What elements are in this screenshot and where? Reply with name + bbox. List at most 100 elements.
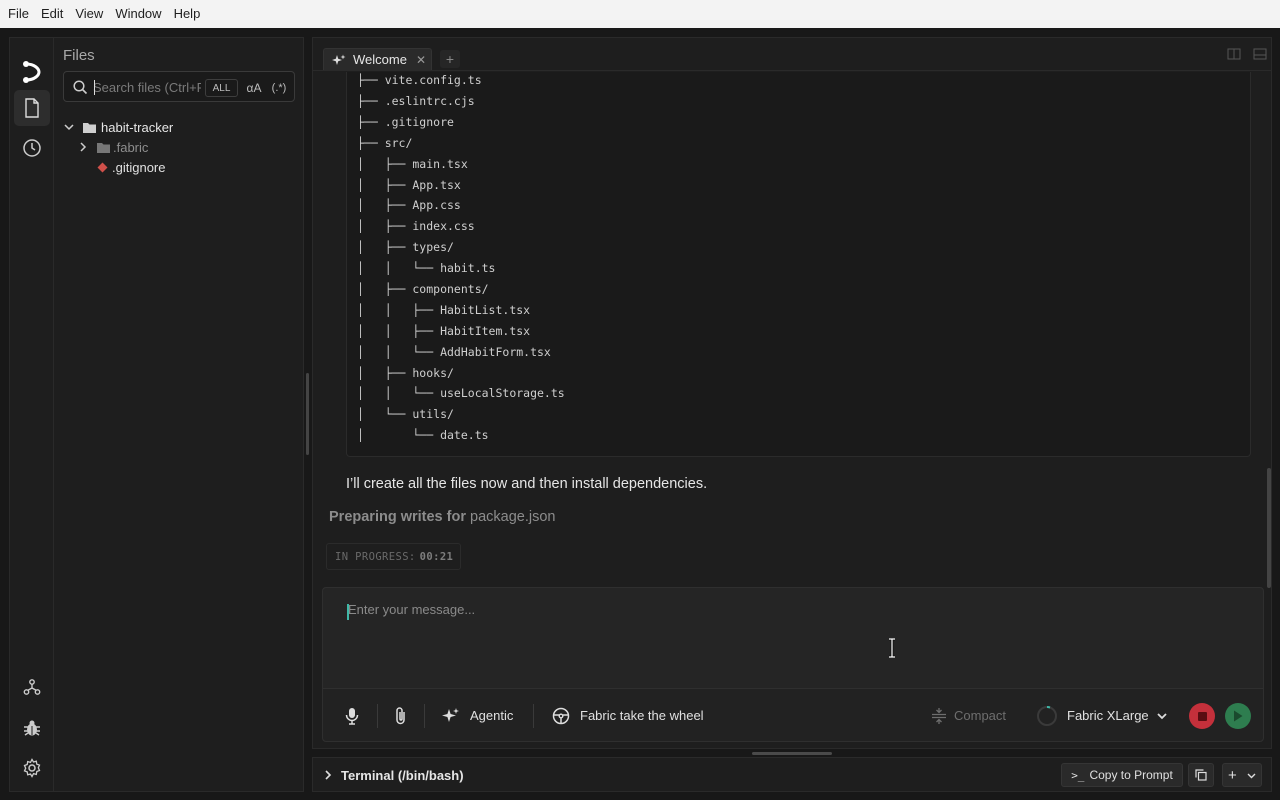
menu-edit[interactable]: Edit [35,0,69,28]
text-caret [94,80,95,95]
microphone-button[interactable] [345,689,359,742]
regex-toggle[interactable]: (.*) [268,79,290,97]
code-line: │ │ ├── HabitList.tsx [357,303,531,317]
agentic-label: Agentic [470,708,514,723]
chat-scrollbar[interactable] [1267,468,1271,588]
toggle-panel-icon[interactable] [1253,48,1267,60]
chevron-down-icon [64,124,74,131]
bug-icon[interactable] [14,710,50,746]
compact-button[interactable]: Compact [931,689,1006,742]
code-line: │ └── utils/ [357,407,454,421]
panel-resize-handle[interactable] [752,752,832,755]
tree-item-label: .fabric [113,139,149,155]
code-line: │ ├── hooks/ [357,366,454,380]
compact-icon [932,707,946,724]
toolbar-divider [424,704,425,728]
history-icon[interactable] [14,130,50,166]
copy-to-prompt-label: Copy to Prompt [1089,768,1173,782]
code-line: │ └── date.ts [357,428,489,442]
paperclip-icon [396,706,405,724]
tab-bar: Welcome ✕ + [313,38,1271,71]
model-selector[interactable]: Fabric XLarge [1036,689,1168,742]
sidebar-title: Files [63,47,95,64]
copy-button[interactable] [1188,763,1214,787]
graph-icon[interactable] [14,669,50,705]
progress-badge: IN PROGRESS: 00:21 [326,543,461,570]
menu-file[interactable]: File [2,0,35,28]
send-button[interactable] [1225,703,1251,729]
tree-item-habit-tracker[interactable]: habit-tracker [63,117,173,137]
code-line: ├── src/ [357,136,413,150]
stop-button[interactable] [1189,703,1215,729]
play-icon [1234,710,1243,722]
files-sidebar: Files ALL αA (.*) habit-tracker .fabric … [53,37,304,792]
take-the-wheel-label: Fabric take the wheel [580,708,704,723]
tree-item-fabric[interactable]: .fabric [77,137,148,157]
code-line: │ ├── components/ [357,282,489,296]
agentic-toggle[interactable]: Agentic [442,689,513,742]
plus-icon: + [1228,766,1237,784]
folder-icon [97,142,110,153]
folder-icon [83,122,96,133]
sparkle-icon [442,707,459,722]
toolbar-divider [533,704,534,728]
compact-label: Compact [954,708,1007,723]
attach-button[interactable] [394,689,408,742]
new-terminal-button[interactable]: + [1222,763,1262,787]
menu-view[interactable]: View [69,0,109,28]
progress-label: IN PROGRESS: [335,550,416,563]
code-line: ├── .gitignore [357,115,454,129]
terminal-prompt-icon: >_ [1071,768,1085,782]
new-tab-button[interactable]: + [440,50,460,68]
message-input[interactable] [348,602,1228,682]
main-panel: Welcome ✕ + ├── vite.config.ts ├── .esli… [312,37,1272,749]
terminal-title[interactable]: Terminal (/bin/bash) [341,768,464,783]
stop-icon [1197,711,1207,721]
text-cursor-icon [889,638,895,658]
search-icon [73,80,88,95]
close-icon[interactable]: ✕ [416,53,426,67]
files-icon[interactable] [14,90,50,126]
code-line: │ │ └── useLocalStorage.ts [357,386,565,400]
preparing-label: Preparing writes for [329,509,466,525]
code-line: ├── .eslintrc.cjs [357,94,475,108]
copy-to-prompt-button[interactable]: >_ Copy to Prompt [1061,763,1183,787]
sidebar-resize-handle[interactable] [306,373,309,455]
chevron-down-icon [1157,712,1167,719]
tab-welcome[interactable]: Welcome ✕ [323,48,432,70]
menu-window[interactable]: Window [109,0,167,28]
tab-label: Welcome [353,52,407,67]
search-input[interactable] [93,77,201,97]
chevron-right-icon[interactable] [322,769,334,781]
menu-bar: File Edit View Window Help [0,0,1280,28]
preparing-file: package.json [470,509,556,525]
loading-spinner-icon [1037,705,1057,726]
activity-bar [9,37,54,792]
tree-item-gitignore[interactable]: .gitignore [97,157,165,177]
terminal-panel: Terminal (/bin/bash) >_ Copy to Prompt + [312,757,1272,792]
take-the-wheel-button[interactable]: Fabric take the wheel [552,689,704,742]
preparing-status: Preparing writes for package.json [329,509,555,525]
match-case-toggle[interactable]: αA [243,79,265,97]
split-editor-icon[interactable] [1227,48,1241,60]
filter-all-toggle[interactable]: ALL [205,79,238,97]
assistant-message: I’ll create all the files now and then i… [346,476,708,492]
code-line: │ │ └── AddHabitForm.tsx [357,345,551,359]
composer-toolbar: Agentic Fabric take the wheel Compact Fa… [323,688,1263,741]
sparkle-icon [332,54,346,65]
app-logo-icon[interactable] [14,54,50,90]
chevron-down-icon [1247,773,1256,778]
progress-time: 00:21 [419,550,454,563]
text-caret [347,604,349,620]
menu-help[interactable]: Help [168,0,207,28]
microphone-icon [345,707,359,725]
code-line: │ ├── App.css [357,198,461,212]
code-line: │ ├── main.tsx [357,157,468,171]
toolbar-divider [377,704,378,728]
gear-icon[interactable] [14,750,50,786]
file-search-box[interactable]: ALL αA (.*) [63,71,295,102]
model-label: Fabric XLarge [1067,708,1149,723]
code-line: │ ├── index.css [357,219,475,233]
tree-item-label: habit-tracker [101,119,174,135]
code-line: │ │ └── habit.ts [357,261,496,275]
